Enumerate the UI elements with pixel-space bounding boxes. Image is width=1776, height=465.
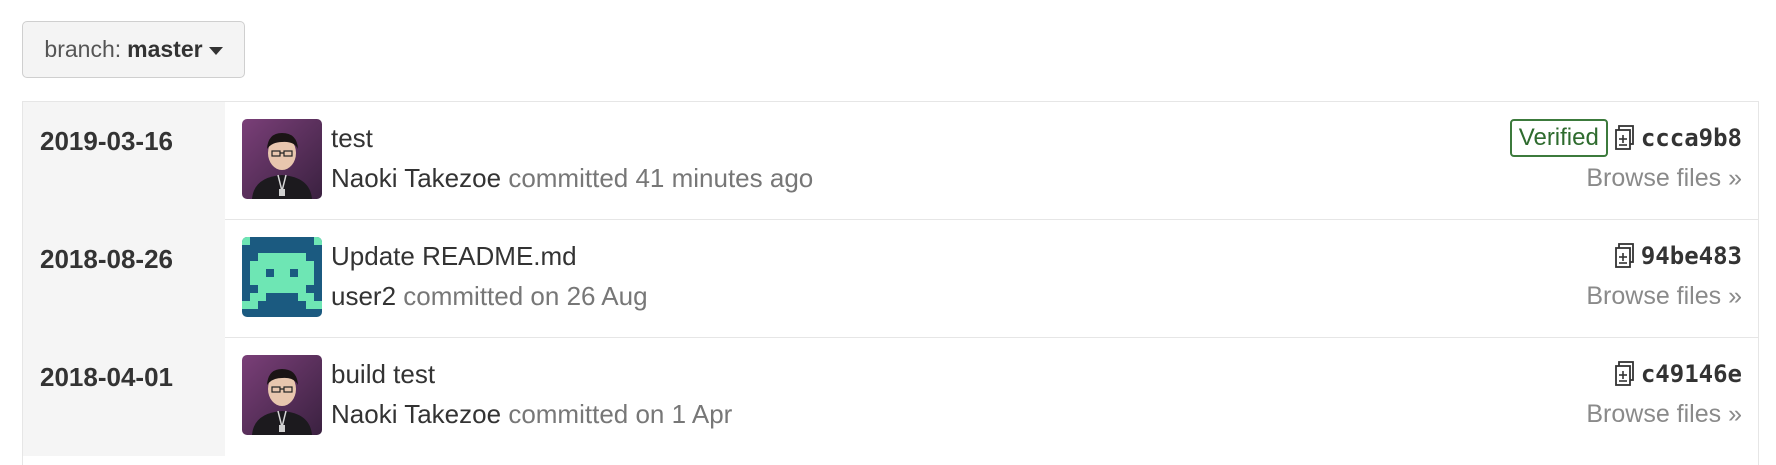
commit-actions: Verified ccca9b8 Browse files » [1509, 118, 1742, 193]
commit-row: Update README.md user2 committed on 26 A… [225, 220, 1758, 338]
copy-clipboard-icon[interactable] [1614, 361, 1636, 387]
commit-meta: user2 committed on 26 Aug [331, 281, 648, 312]
commit-title[interactable]: build test [331, 359, 435, 390]
person-photo-icon [242, 119, 322, 199]
commit-author[interactable]: user2 [331, 281, 396, 311]
commit-group: 2018-08-26 Update README.md user2 commit… [23, 220, 1758, 338]
browse-files-link[interactable]: Browse files » [1586, 400, 1742, 429]
commit-sha[interactable]: c49146e [1641, 360, 1742, 388]
commit-meta: Naoki Takezoe committed 41 minutes ago [331, 163, 813, 194]
branch-selector-button[interactable]: branch: master [22, 21, 245, 78]
commit-row: test Naoki Takezoe committed 41 minutes … [225, 102, 1758, 220]
commit-list: 2019-03-16 test Naoki Takezoe committed … [22, 101, 1759, 465]
commit-group: 2019-03-16 test Naoki Takezoe committed … [23, 102, 1758, 220]
avatar[interactable] [242, 355, 322, 435]
commit-group-date: 2018-04-01 [23, 338, 225, 456]
commit-group-date: 2019-03-16 [23, 102, 225, 220]
sha-row: 94be483 [1614, 236, 1742, 276]
commit-group: 2018-04-01 build test Naoki Takezoe comm… [23, 338, 1758, 456]
verified-badge: Verified [1509, 119, 1608, 157]
commit-actions: c49146e Browse files » [1586, 354, 1742, 429]
commit-row: build test Naoki Takezoe committed on 1 … [225, 338, 1758, 456]
commit-sha[interactable]: ccca9b8 [1641, 124, 1742, 152]
avatar[interactable] [242, 237, 322, 317]
commit-sha[interactable]: 94be483 [1641, 242, 1742, 270]
commit-actions: 94be483 Browse files » [1586, 236, 1742, 311]
commit-time: committed 41 minutes ago [508, 163, 814, 193]
copy-clipboard-icon[interactable] [1614, 125, 1636, 151]
commit-meta: Naoki Takezoe committed on 1 Apr [331, 399, 732, 430]
identicon-icon [242, 237, 322, 317]
browse-files-link[interactable]: Browse files » [1586, 282, 1742, 311]
commit-title[interactable]: Update README.md [331, 241, 577, 272]
commit-author[interactable]: Naoki Takezoe [331, 399, 501, 429]
branch-name-label: master [127, 36, 203, 62]
branch-prefix-label: branch: [44, 36, 122, 62]
browse-files-link[interactable]: Browse files » [1586, 164, 1742, 193]
person-photo-icon [242, 355, 322, 435]
sha-row: Verified ccca9b8 [1509, 118, 1742, 158]
avatar[interactable] [242, 119, 322, 199]
sha-row: c49146e [1614, 354, 1742, 394]
caret-down-icon [208, 47, 223, 55]
commit-group-date: 2018-08-26 [23, 220, 225, 338]
commit-title[interactable]: test [331, 123, 373, 154]
commit-author[interactable]: Naoki Takezoe [331, 163, 501, 193]
copy-clipboard-icon[interactable] [1614, 243, 1636, 269]
commit-time: committed on 1 Apr [508, 399, 733, 429]
commits-page: branch: master 2019-03-16 test Naoki Tak… [0, 0, 1776, 465]
commit-time: committed on 26 Aug [403, 281, 648, 311]
